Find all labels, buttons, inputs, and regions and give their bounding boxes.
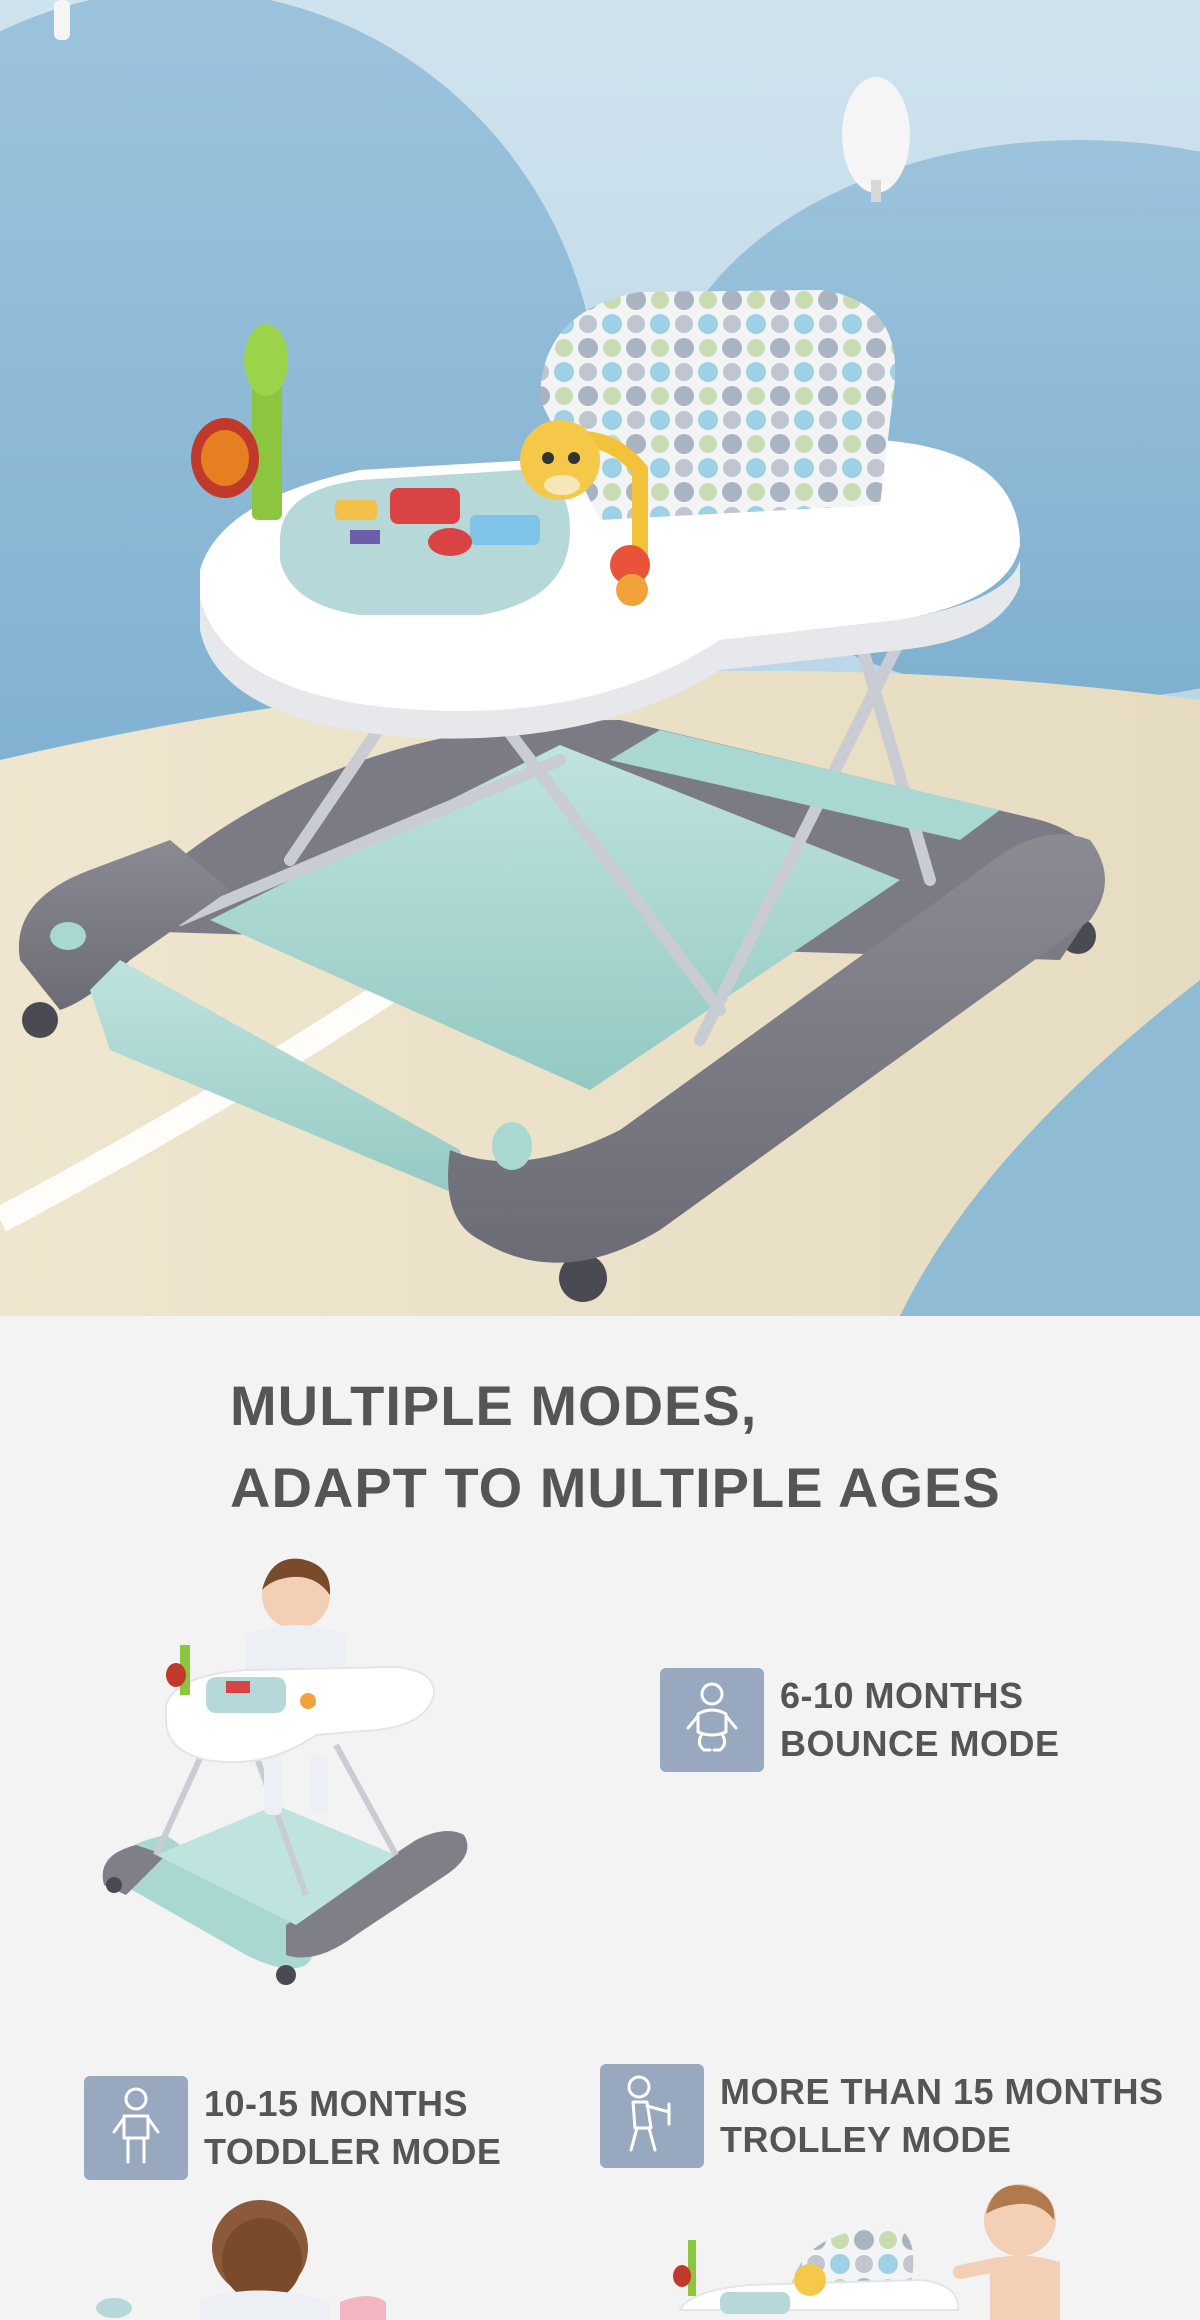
mode-text: 6-10 MONTHS BOUNCE MODE (780, 1672, 1060, 1768)
mode-bounce: 6-10 MONTHS BOUNCE MODE (660, 1668, 1060, 1772)
mode-badge (660, 1668, 764, 1772)
mode-name: TODDLER MODE (204, 2131, 502, 2172)
mode-name: BOUNCE MODE (780, 1723, 1060, 1764)
mode-badge (84, 2076, 188, 2180)
mode-name: TROLLEY MODE (720, 2119, 1012, 2160)
toddler-mode-image (90, 2190, 390, 2320)
baby-pushing-icon (627, 2075, 671, 2152)
trolley-mode-image (660, 2180, 1080, 2320)
mode-age: 10-15 MONTHS (204, 2083, 469, 2124)
mode-badge (600, 2064, 704, 2168)
mode-age: 6-10 MONTHS (780, 1675, 1024, 1716)
heading-line-2: ADAPT TO MULTIPLE AGES (230, 1456, 1001, 1519)
baby-standing-icon (112, 2087, 160, 2164)
heading-line-1: MULTIPLE MODES, (230, 1374, 758, 1437)
mode-trolley: MORE THAN 15 MONTHS TROLLEY MODE (600, 2064, 1164, 2168)
hero-product-image (0, 0, 1200, 1316)
mode-text: MORE THAN 15 MONTHS TROLLEY MODE (720, 2068, 1164, 2164)
mode-text: 10-15 MONTHS TODDLER MODE (204, 2080, 501, 2176)
product-page: MULTIPLE MODES, ADAPT TO MULTIPLE AGES 6… (0, 0, 1200, 2320)
mode-age: MORE THAN 15 MONTHS (720, 2071, 1164, 2112)
mode-toddler: 10-15 MONTHS TODDLER MODE (84, 2076, 501, 2180)
section-heading: MULTIPLE MODES, ADAPT TO MULTIPLE AGES (230, 1365, 1130, 1529)
bounce-mode-image (96, 1555, 476, 1995)
baby-sitting-icon (686, 1682, 738, 1752)
